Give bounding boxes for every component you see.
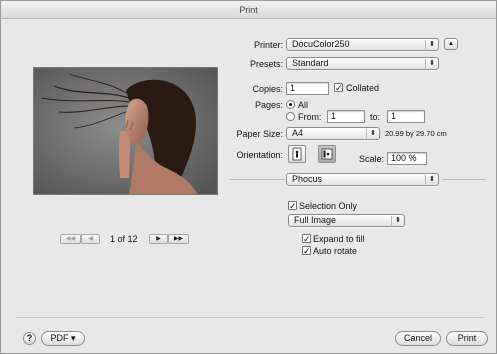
popup-arrows-icon: ⬍ (370, 130, 376, 137)
scale-field[interactable]: 100 % (387, 152, 427, 165)
pages-label: Pages: (254, 100, 283, 110)
disclosure-icon: ▲ (448, 41, 454, 47)
pages-all-label: All (298, 100, 309, 110)
checkmark-icon: ✓ (303, 234, 311, 244)
popup-arrows-icon: ⬍ (429, 60, 435, 67)
popup-arrows-icon: ⬍ (429, 41, 435, 48)
printer-value: DocuColor250 (292, 39, 350, 49)
orientation-label: Orientation: (236, 150, 283, 160)
last-page-button[interactable]: ▶▶ (168, 234, 189, 244)
checkmark-icon: ✓ (303, 246, 311, 256)
pages-from-field[interactable]: 1 (327, 110, 365, 123)
checkmark-icon: ✓ (289, 201, 297, 211)
paper-size-label: Paper Size: (236, 129, 283, 139)
page-indicator: 1 of 12 (110, 234, 138, 244)
print-dialog: Print ◀◀ ◀ 1 of 12 ▶ ▶▶ Printer: DocuCol… (0, 0, 497, 354)
divider-left (229, 179, 285, 180)
portrait-icon (292, 147, 302, 161)
pages-to-field[interactable]: 1 (387, 110, 425, 123)
paper-dimensions: 20.99 by 29.70 cm (385, 129, 447, 138)
pages-from-radio[interactable] (286, 112, 295, 121)
help-button[interactable]: ? (23, 332, 36, 345)
popup-arrows-icon: ⬍ (395, 217, 401, 224)
help-icon: ? (26, 333, 33, 343)
panel-value: Phocus (292, 174, 323, 184)
first-page-button[interactable]: ◀◀ (60, 234, 81, 244)
auto-rotate-label: Auto rotate (313, 246, 358, 256)
image-mode-value: Full Image (294, 215, 337, 225)
preview-image (33, 67, 218, 195)
landscape-orientation-button[interactable] (318, 145, 336, 163)
printer-popup[interactable]: DocuColor250 ⬍ (286, 38, 439, 51)
popup-arrows-icon: ⬍ (429, 176, 435, 183)
window-title: Print (1, 1, 496, 19)
pages-from-label: From: (298, 112, 322, 122)
cancel-button[interactable]: Cancel (395, 331, 441, 346)
scale-label: Scale: (358, 154, 384, 164)
divider-right (442, 179, 486, 180)
auto-rotate-checkbox[interactable]: ✓ (302, 246, 311, 256)
collated-label: Collated (346, 83, 380, 93)
checkmark-icon: ✓ (335, 83, 343, 93)
previous-page-button[interactable]: ◀ (81, 234, 100, 244)
paper-size-value: A4 (292, 128, 304, 138)
portrait-orientation-button[interactable] (288, 145, 306, 163)
selection-only-checkbox[interactable]: ✓ (288, 201, 297, 211)
image-mode-popup[interactable]: Full Image ⬍ (288, 214, 405, 227)
portrait-photo (34, 68, 217, 194)
landscape-icon (321, 148, 333, 160)
panel-popup[interactable]: Phocus ⬍ (286, 173, 439, 186)
expand-to-fill-label: Expand to fill (313, 234, 365, 244)
paper-size-popup[interactable]: A4 ⬍ (286, 127, 380, 140)
printer-label: Printer: (253, 40, 283, 50)
presets-popup[interactable]: Standard ⬍ (286, 57, 439, 70)
pdf-button[interactable]: PDF ▾ (41, 331, 85, 346)
copies-label: Copies: (252, 84, 283, 94)
footer-divider (16, 317, 484, 318)
pages-to-label: to: (370, 112, 381, 122)
expand-to-fill-checkbox[interactable]: ✓ (302, 234, 311, 244)
selection-only-label: Selection Only (299, 201, 358, 211)
presets-value: Standard (292, 58, 329, 68)
disclosure-button[interactable]: ▲ (444, 38, 458, 50)
next-page-button[interactable]: ▶ (149, 234, 168, 244)
copies-field[interactable]: 1 (286, 82, 329, 95)
presets-label: Presets: (249, 59, 283, 69)
pages-all-radio[interactable] (286, 100, 295, 109)
print-button[interactable]: Print (446, 331, 488, 346)
collated-checkbox[interactable]: ✓ (334, 83, 343, 93)
